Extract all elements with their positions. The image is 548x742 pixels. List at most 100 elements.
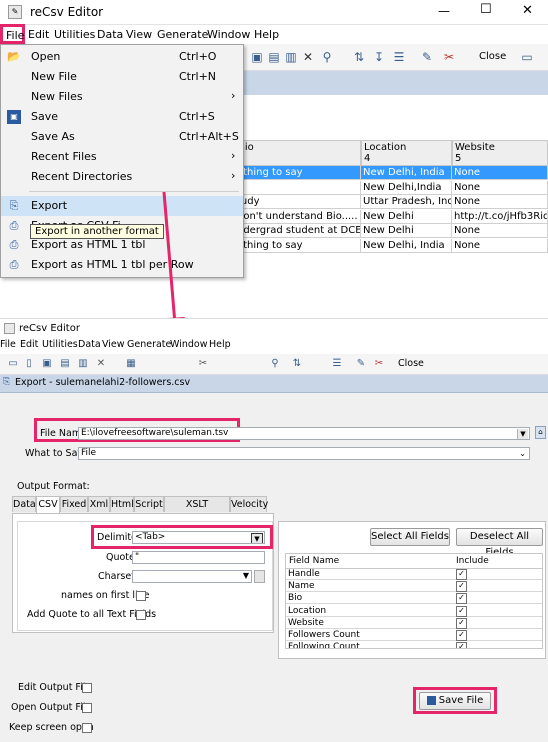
include-checkbox[interactable]: ✓ [456,605,467,617]
table-cell[interactable]: New Delhi [361,209,452,224]
chevron-down-icon[interactable]: ▼ [243,571,249,581]
menu-view[interactable]: View [102,339,125,350]
table-cell[interactable]: None [452,180,548,195]
minimize-panel-icon[interactable]: ▭ [520,50,534,64]
menu-utilities[interactable]: Utilities [42,339,78,350]
save-icon[interactable]: ▣ [40,357,54,371]
tab-velocity[interactable]: Velocity [230,496,268,512]
menu-edit[interactable]: Edit [28,25,49,44]
table-cell[interactable]: None [452,224,548,238]
menu-save[interactable]: ▣ Save Ctrl+S [1,107,243,127]
cut-icon[interactable]: ✂ [196,357,210,371]
close-icon[interactable]: ✕ [522,3,533,18]
table-cell[interactable] [235,180,361,195]
what-to-save-select[interactable]: File ⌄ [78,447,530,460]
chevron-down-icon[interactable]: ⌄ [519,448,526,459]
tab-csv[interactable]: CSV [36,496,60,513]
include-checkbox[interactable]: ✓ [456,581,467,593]
table-cell[interactable]: None [452,166,548,180]
search-icon[interactable]: ⚲ [320,50,334,64]
table-cell[interactable]: New Delhi, India [361,166,452,180]
insert-icon[interactable]: ▦ [124,357,138,371]
table-cell[interactable]: None [452,195,548,209]
search-icon[interactable]: ⚲ [268,357,282,371]
add-quote-checkbox[interactable] [136,610,146,620]
include-checkbox[interactable]: ✓ [456,642,467,648]
table-cell[interactable]: Uttar Pradesh, India [361,195,452,209]
menu-file[interactable]: File [0,339,16,350]
menu-utilities[interactable]: Utilities [54,25,95,44]
tab-html[interactable]: Html [110,496,134,512]
edit-icon[interactable]: ✎ [354,357,368,371]
copy-icon[interactable]: ▤ [58,357,72,371]
menu-export[interactable]: ⎘ Export [1,196,243,216]
open-output-checkbox[interactable] [82,703,92,713]
menu-window[interactable]: Window [207,25,250,44]
table-cell[interactable]: ndergrad student at DCE ! [235,224,361,238]
paste-special-icon[interactable]: ▥ [284,50,298,64]
table-cell[interactable]: http://t.co/jHfb3RidM [452,209,548,224]
table-icon[interactable]: ☰ [392,50,406,64]
menu-generate[interactable]: Generate [157,25,208,44]
toolbar-close-button[interactable]: Close [479,51,506,62]
include-checkbox[interactable]: ✓ [456,617,467,629]
sort-az-icon[interactable]: ↧ [372,50,386,64]
save-file-button[interactable]: Save File [419,692,491,710]
include-checkbox[interactable]: ✓ [456,593,467,605]
list-item[interactable]: Location ✓ [286,605,542,617]
menu-new-file[interactable]: New File Ctrl+N [1,67,243,87]
tab-fixed[interactable]: Fixed [60,496,88,512]
copy-icon[interactable]: ▣ [250,50,264,64]
minimize-icon[interactable]: — [438,4,450,18]
charset-select[interactable]: ▼ [132,570,252,583]
names-first-line-checkbox[interactable] [136,591,146,601]
list-item[interactable]: Following Count ✓ [286,641,542,648]
include-checkbox[interactable]: ✓ [456,569,467,580]
menu-data[interactable]: Data [78,339,101,350]
list-item[interactable]: Name ✓ [286,580,542,593]
tab-data[interactable]: Data [12,496,36,512]
tab-xslt[interactable]: XSLT Transform [164,496,230,525]
new-icon[interactable]: ▯ [22,357,36,371]
table-cell[interactable]: None [452,238,548,253]
charset-button[interactable] [254,570,265,583]
chevron-down-icon[interactable]: ▼ [517,429,528,439]
menu-file[interactable]: File [0,24,25,44]
paste-icon[interactable]: ▥ [76,357,90,371]
delete-icon[interactable]: ✕ [94,357,108,371]
maximize-icon[interactable]: ☐ [480,2,492,17]
menu-edit[interactable]: Edit [20,339,38,350]
delimiter-select[interactable]: <Tab> ▼ [132,531,265,544]
deselect-all-fields-button[interactable]: Deselect All Fields [456,528,543,558]
menu-export-html-row[interactable]: ⎙ Export as HTML 1 tbl per Row [1,255,243,275]
select-all-fields-button[interactable]: Select All Fields [370,528,450,546]
menu-save-as[interactable]: Save As Ctrl+Alt+S [1,127,243,147]
edit-output-checkbox[interactable] [82,683,92,693]
table-cell[interactable]: othing to say [235,166,361,180]
menu-generate[interactable]: Generate [127,339,171,350]
file-name-input[interactable]: E:\ilovefreesoftware\suleman.tsv ▼ [78,427,530,440]
list-item[interactable]: Bio ✓ [286,592,542,605]
menu-window[interactable]: Window [170,339,207,350]
browse-folder-icon[interactable]: ⌂ [535,426,546,439]
tools-icon[interactable]: ✂ [372,357,386,371]
grid-header-location[interactable]: Location 4 [361,140,452,166]
delete-icon[interactable]: ✕ [301,50,315,64]
table-cell[interactable]: othing to say [235,238,361,253]
tab-xml[interactable]: Xml [88,496,110,512]
chevron-down-icon[interactable]: ▼ [251,533,263,543]
table-cell[interactable]: New Delhi, India [361,238,452,253]
menu-new-files[interactable]: New Files › [1,87,243,107]
table-icon[interactable]: ☰ [330,357,344,371]
grid-header-bio[interactable]: Bio [235,140,361,166]
quote-select[interactable]: " [132,551,265,564]
table-cell[interactable]: don't understand Bio..... [235,209,361,224]
keep-screen-checkbox[interactable] [82,723,92,733]
list-item[interactable]: Handle ✓ [286,568,542,580]
edit-icon[interactable]: ✎ [420,50,434,64]
toolbar-close-button[interactable]: Close [398,358,424,369]
menu-recent-files[interactable]: Recent Files › [1,147,243,167]
tab-script[interactable]: Script [134,496,164,512]
list-item[interactable]: Followers Count ✓ [286,629,542,641]
sort-icon[interactable]: ⇅ [290,357,304,371]
